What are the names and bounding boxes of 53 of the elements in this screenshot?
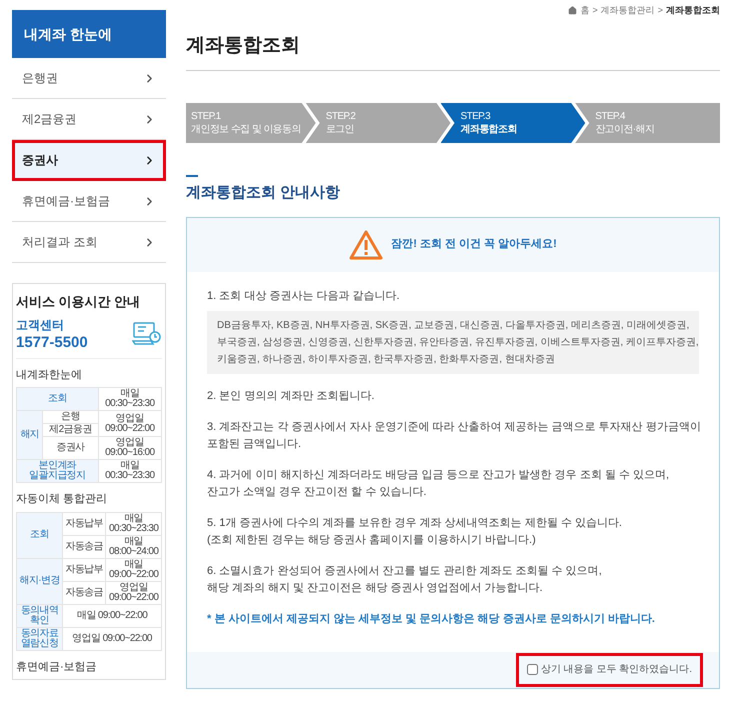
breadcrumb-link[interactable]: 홈 <box>580 4 590 18</box>
section-title: 계좌통합조회 안내사항 <box>186 183 342 203</box>
section-heading: 휴면예금·보험금 <box>16 660 98 674</box>
notice-text: 2. 본인 명의의 계좌만 조회됩니다. <box>207 388 376 404</box>
table-cell: 자동송금 <box>62 581 106 604</box>
sidebar-item[interactable]: 증권사 <box>12 140 166 181</box>
table-cell: 매일 09:00~22:00 <box>62 604 162 627</box>
page-title: 계좌통합조회 <box>186 32 720 71</box>
table-cell: 매일 00:30~23:30 <box>98 388 162 410</box>
table-cell: 조회 <box>16 512 63 558</box>
table-cell: 조회 <box>16 388 98 410</box>
table-cell: 영업일 09:00~22:00 <box>62 627 162 650</box>
table-cell: 영업일 09:00~22:00 <box>98 410 162 436</box>
table-cell: 해지 <box>16 410 43 460</box>
sidebar-title: 내계좌 한눈에 <box>12 10 166 58</box>
table-cell: 자동납부 <box>62 512 106 535</box>
section-heading: 자동이체 통합관리 <box>16 492 108 507</box>
table-cell: 자동송금 <box>62 535 106 558</box>
section-heading: 내계좌한눈에 <box>16 368 83 382</box>
table-cell: 영업일 09:00~22:00 <box>106 581 162 604</box>
table-cell: 매일 00:30~23:30 <box>98 460 162 482</box>
table-cell: 본인계좌 일괄지급정지 <box>16 460 98 482</box>
notice-note: * 본 사이트에서 제공되지 않는 세부정보 및 문의사항은 해당 증권사로 문의하시기 바랍니다. <box>207 612 656 626</box>
checkbox[interactable] <box>526 664 538 675</box>
notice-text: 4. 과거에 이미 해지하신 계좌더라도 배당금 입금 등으로 잔고가 발생한 경우 조회 될 수 있으며, 잔고가 소액일 경우 잔고이전 할 수 있습니다. <box>207 468 670 500</box>
home-icon <box>568 6 578 16</box>
breadcrumb-separator: > <box>658 4 663 17</box>
table-cell: 동의자료 열람신청 <box>16 627 63 650</box>
table-cell: 매일 09:00~22:00 <box>106 558 162 581</box>
table-cell: 매일 08:00~24:00 <box>106 535 162 558</box>
table-cell: 동의내역 확인 <box>16 604 63 627</box>
notice-text: 1. 조회 대상 증권사는 다음과 같습니다. <box>207 288 401 304</box>
breadcrumb-separator: > <box>592 4 598 17</box>
checkbox-label[interactable]: 상기 내용을 모두 확인하였습니다. <box>540 662 692 677</box>
breadcrumb-link[interactable]: 계좌통합조회 <box>666 4 720 18</box>
notice-text: 5. 1개 증권사에 다수의 계좌를 보유한 경우 계좌 상세내역조회는 제한될 수 있습니다. (조회 제한된 경우는 해당 증권사 홈페이지를 이용하시기 바랍니다.) <box>207 516 623 548</box>
panel-title: 서비스 이용시간 안내 <box>16 293 142 311</box>
table-cell: 증권사 <box>42 436 98 460</box>
center-label: 고객센터 <box>16 316 65 334</box>
warning-icon <box>349 230 384 260</box>
table-cell: 해지·변경 <box>16 558 63 604</box>
breadcrumb-link[interactable]: 계좌통합관리 <box>600 4 655 18</box>
monitor-clock-icon <box>132 320 162 346</box>
table-cell: 영업일 09:00~16:00 <box>98 436 162 460</box>
table-cell: 은행 <box>42 410 98 424</box>
center-phone: 1577-5500 <box>16 334 88 352</box>
company-list: DB금융투자, KB증권, NH투자증권, SK증권, 교보증권, 대신증권, 다올투자증권, 메리츠증권, 미래에셋증권, 부국증권, 삼성증권, 신영증권, 신한투자증권, 유안타증권, 유진투자증권, 이베스트투자증권, 케이프투자증권, 키움증권, 하나증권, 하이투자증권, 한국투자증권, 한화투자증권, 현대차증권 <box>207 310 699 374</box>
table-cell: 제2금융권 <box>42 424 98 436</box>
alert-text: 잠깐! 조회 전 이건 꼭 알아두세요! <box>391 237 557 252</box>
notice-text: 3. 계좌잔고는 각 증권사에서 자사 운영기준에 따라 산출하여 제공하는 금액으로 투자재산 평가금액이 포함된 금액입니다. <box>207 420 699 452</box>
table-cell: 매일 00:30~23:30 <box>106 512 162 535</box>
table-cell: 자동납부 <box>62 558 106 581</box>
notice-text: 6. 소멸시효가 완성되어 증권사에서 잔고를 별도 관리한 계좌도 조회될 수 있으며, 해당 계좌의 해지 및 잔고이전은 해당 증권사 영업점에서 가능합니다. <box>207 564 603 596</box>
